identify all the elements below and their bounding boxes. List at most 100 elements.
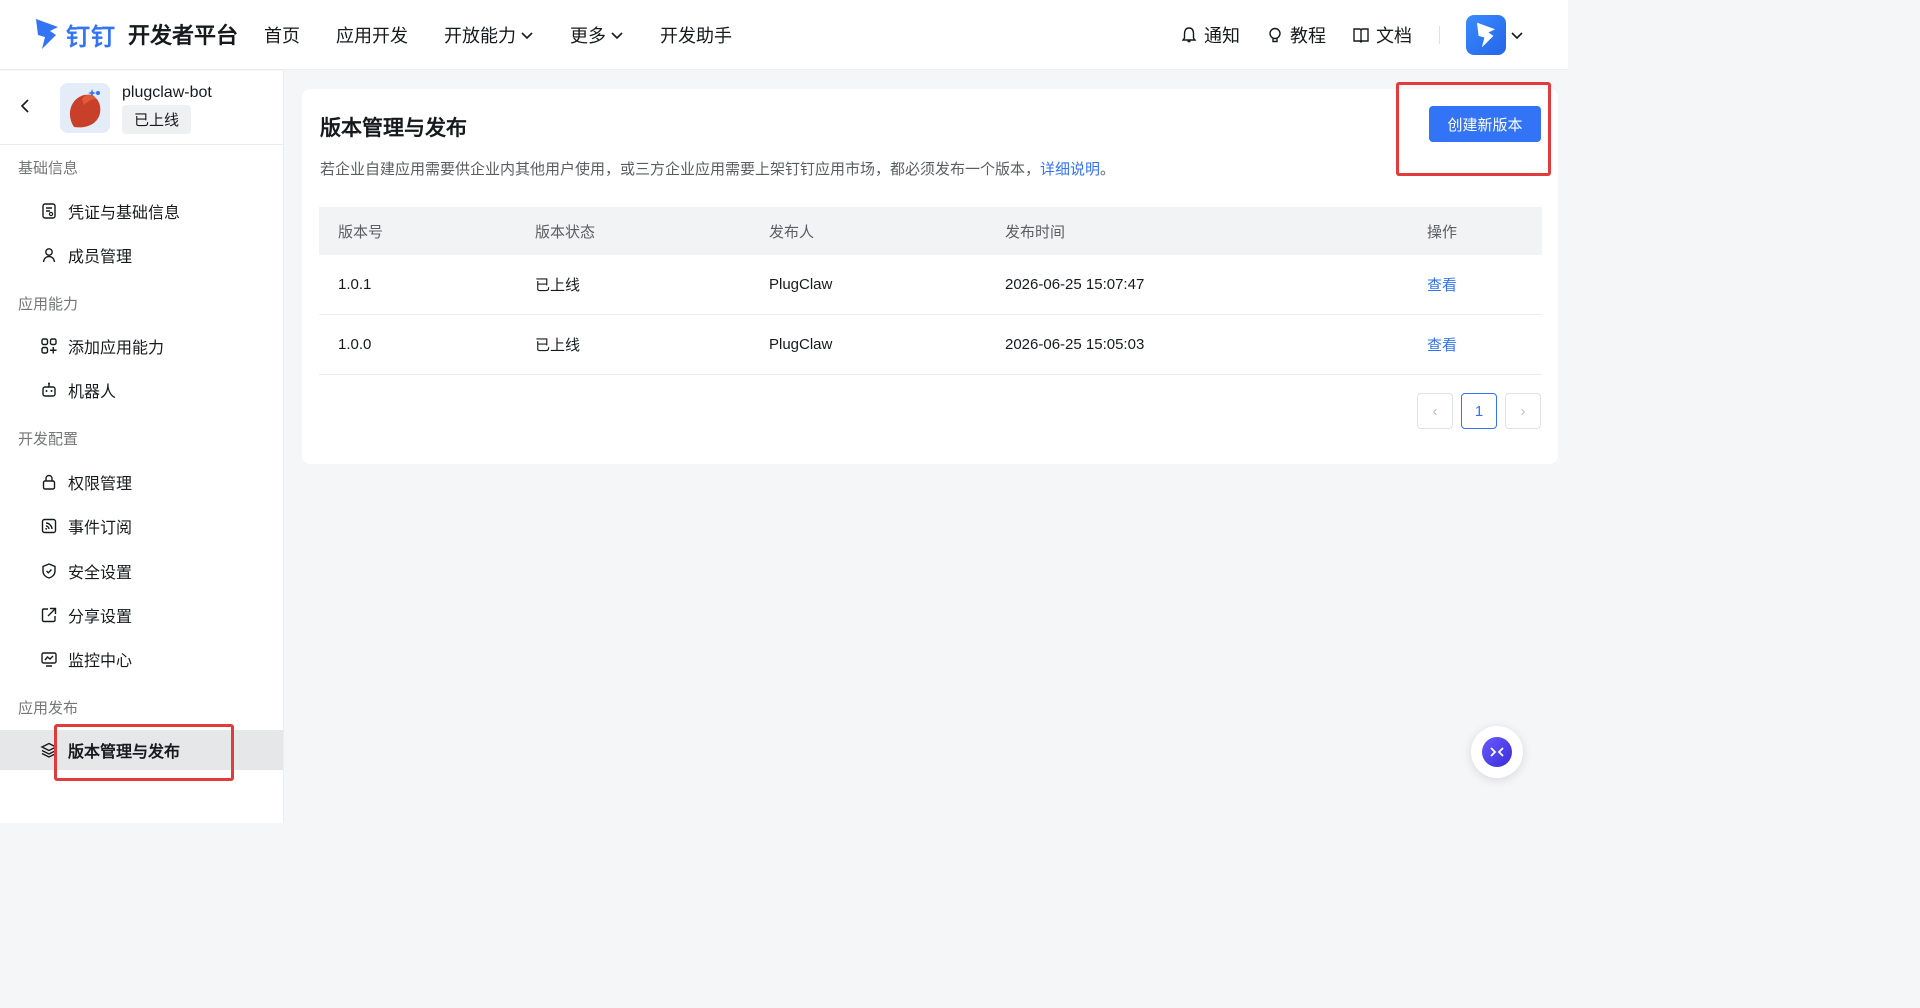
pagination: ‹ 1 › — [1417, 393, 1541, 429]
create-version-button[interactable]: 创建新版本 — [1429, 106, 1541, 142]
user-avatar[interactable] — [1466, 15, 1506, 55]
lock-icon — [42, 474, 56, 490]
sidebar-item-label: 监控中心 — [68, 653, 133, 670]
dingtalk-logo[interactable]: 钉钉 开发者平台 — [34, 14, 238, 54]
credential-icon — [42, 203, 56, 219]
nav-dev-assistant[interactable]: 开发助手 — [660, 22, 732, 48]
dingtalk-avatar-icon — [1476, 22, 1496, 48]
cell-version: 1.0.1 — [338, 276, 372, 293]
sidebar-item-label: 凭证与基础信息 — [68, 205, 181, 222]
chevron-down-icon — [521, 32, 533, 40]
column-header-time: 发布时间 — [1005, 223, 1066, 241]
details-link[interactable]: 详细说明 — [1040, 161, 1100, 178]
shield-icon — [42, 563, 56, 579]
dingtalk-logo-icon — [36, 19, 58, 49]
sidebar-item-label: 添加应用能力 — [68, 340, 165, 357]
share-icon — [41, 607, 57, 623]
sidebar-item-events[interactable]: 事件订阅 — [0, 506, 283, 546]
sidebar-item-credentials[interactable]: 凭证与基础信息 — [0, 191, 283, 231]
lobster-claw-icon — [60, 83, 110, 133]
platform-title: 开发者平台 — [128, 23, 239, 48]
view-link[interactable]: 查看 — [1427, 334, 1457, 355]
sidebar-item-label: 版本管理与发布 — [68, 744, 181, 761]
nav-open-capabilities[interactable]: 开放能力 — [444, 22, 534, 48]
app-name: plugclaw-bot — [122, 84, 212, 101]
top-navbar: 钉钉 开发者平台 首页 应用开发 开放能力 更多 开发助手 通知 教程 文档 — [0, 0, 1568, 70]
description-end: 。 — [1100, 161, 1116, 178]
user-icon — [42, 248, 56, 263]
cell-time: 2026-06-25 15:05:03 — [1005, 336, 1145, 353]
assistant-icon — [1482, 737, 1512, 767]
apps-icon — [41, 338, 57, 354]
sidebar-item-label: 权限管理 — [68, 476, 133, 493]
table-row: 1.0.0 已上线 PlugClaw 2026-06-25 15:05:03 查… — [319, 315, 1542, 375]
cell-version: 1.0.0 — [338, 336, 372, 353]
sidebar-item-monitoring[interactable]: 监控中心 — [0, 639, 283, 679]
app-status-badge: 已上线 — [122, 105, 192, 134]
book-icon — [1353, 28, 1369, 43]
group-title-dev-config: 开发配置 — [18, 431, 79, 448]
page-title: 版本管理与发布 — [320, 117, 467, 140]
header-divider — [1439, 26, 1440, 44]
sidebar: plugclaw-bot 已上线 基础信息 凭证与基础信息 成员管理 应用能力 … — [0, 71, 284, 823]
robot-icon — [42, 382, 56, 397]
sidebar-item-members[interactable]: 成员管理 — [0, 235, 283, 275]
sidebar-item-label: 分享设置 — [68, 609, 133, 626]
cell-publisher: PlugClaw — [769, 336, 833, 353]
table-header: 版本号 版本状态 发布人 发布时间 操作 — [319, 207, 1542, 255]
cell-publisher: PlugClaw — [769, 276, 833, 293]
sidebar-item-share[interactable]: 分享设置 — [0, 595, 283, 635]
notifications-button[interactable]: 通知 — [1180, 22, 1240, 48]
main-nav: 首页 应用开发 开放能力 更多 开发助手 — [264, 22, 732, 48]
column-header-version: 版本号 — [338, 223, 384, 241]
docs-button[interactable]: 文档 — [1352, 22, 1412, 48]
cell-status: 已上线 — [535, 277, 581, 294]
sidebar-item-label: 成员管理 — [68, 249, 133, 266]
table-row: 1.0.1 已上线 PlugClaw 2026-06-25 15:07:47 查… — [319, 255, 1542, 315]
layers-icon — [40, 742, 58, 758]
nav-more[interactable]: 更多 — [570, 22, 624, 48]
header-tools: 通知 教程 文档 — [1180, 22, 1412, 48]
chevron-down-icon — [611, 32, 623, 40]
group-title-app-capabilities: 应用能力 — [18, 296, 79, 313]
description-text: 若企业自建应用需要供企业内其他用户使用，或三方企业应用需要上架钉钉应用市场，都必… — [320, 161, 1041, 178]
cell-status: 已上线 — [535, 337, 581, 354]
column-header-publisher: 发布人 — [769, 223, 815, 241]
sidebar-item-robot[interactable]: 机器人 — [0, 370, 283, 410]
sidebar-item-add-capability[interactable]: 添加应用能力 — [0, 326, 283, 366]
nav-dev-assistant-label: 开发助手 — [660, 26, 732, 46]
sidebar-item-label: 机器人 — [68, 384, 117, 401]
page-1-button[interactable]: 1 — [1461, 393, 1497, 429]
brand-name: 钉钉 — [66, 23, 116, 51]
next-page-button[interactable]: › — [1505, 393, 1541, 429]
version-management-card: 版本管理与发布 若企业自建应用需要供企业内其他用户使用，或三方企业应用需要上架钉… — [302, 89, 1558, 464]
tutorials-label: 教程 — [1290, 26, 1326, 46]
prev-page-button[interactable]: ‹ — [1417, 393, 1453, 429]
nav-home-label: 首页 — [264, 26, 300, 46]
nav-app-dev[interactable]: 应用开发 — [336, 22, 408, 48]
notifications-label: 通知 — [1204, 26, 1240, 46]
back-arrow-icon[interactable] — [16, 97, 34, 115]
assistant-float-button[interactable] — [1471, 726, 1523, 778]
view-link[interactable]: 查看 — [1427, 274, 1457, 295]
chevron-down-icon[interactable] — [1510, 28, 1524, 42]
sidebar-item-permissions[interactable]: 权限管理 — [0, 462, 283, 502]
nav-home[interactable]: 首页 — [264, 22, 300, 48]
lightbulb-icon — [1269, 27, 1281, 43]
nav-open-capabilities-label: 开放能力 — [444, 26, 516, 46]
monitor-icon — [41, 652, 57, 667]
docs-label: 文档 — [1376, 26, 1412, 46]
sidebar-item-version-management[interactable]: 版本管理与发布 — [0, 730, 283, 770]
versions-table: 版本号 版本状态 发布人 发布时间 操作 1.0.1 已上线 PlugClaw … — [319, 207, 1542, 375]
page-description: 若企业自建应用需要供企业内其他用户使用，或三方企业应用需要上架钉钉应用市场，都必… — [320, 158, 1115, 179]
sidebar-item-security[interactable]: 安全设置 — [0, 551, 283, 591]
column-header-action: 操作 — [1427, 223, 1458, 241]
app-header: plugclaw-bot 已上线 — [0, 71, 283, 145]
group-title-app-release: 应用发布 — [18, 700, 79, 717]
cell-time: 2026-06-25 15:07:47 — [1005, 276, 1145, 293]
rss-icon — [41, 518, 57, 534]
bell-icon — [1181, 27, 1197, 43]
tutorials-button[interactable]: 教程 — [1266, 22, 1326, 48]
sidebar-item-label: 安全设置 — [68, 565, 133, 582]
nav-app-dev-label: 应用开发 — [336, 26, 408, 46]
